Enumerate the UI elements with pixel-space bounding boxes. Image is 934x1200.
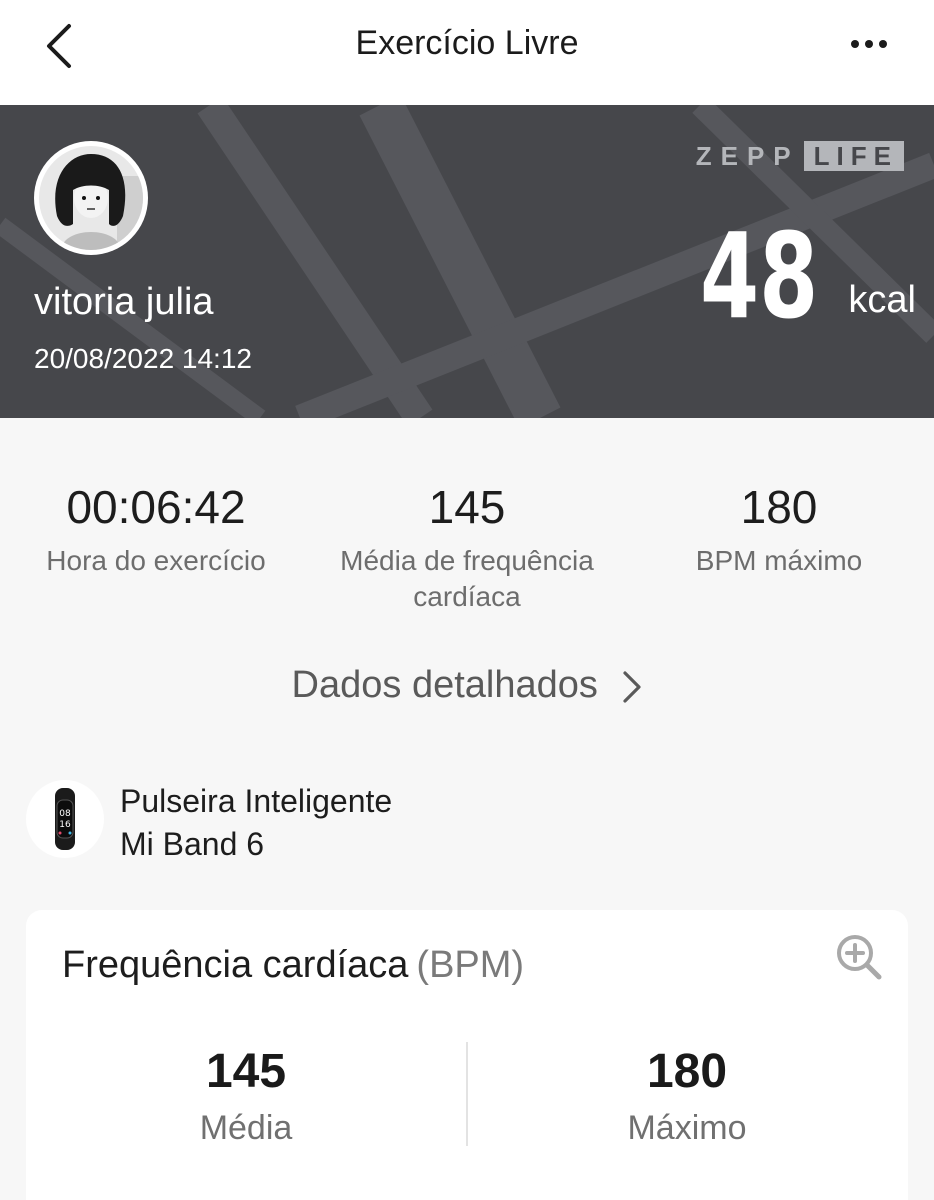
stat-value: 00:06:42 — [66, 481, 246, 533]
heart-rate-maximum: 180 Máximo — [537, 1044, 837, 1148]
card-divider — [466, 1042, 468, 1146]
stat-max-bpm: 180 BPM máximo — [660, 480, 898, 579]
card-title: Frequência cardíaca (BPM) — [62, 944, 524, 987]
calories-value: 48 — [699, 207, 818, 345]
zepp-life-logo: ZEPP LIFE — [696, 139, 904, 173]
calories-unit: kcal — [848, 279, 916, 321]
card-title-unit: (BPM) — [416, 944, 525, 986]
device-name-line1: Pulseira Inteligente — [120, 783, 393, 819]
chevron-right-icon — [623, 671, 642, 703]
heart-rate-card: Frequência cardíaca (BPM) 145 Média 180 M… — [26, 910, 908, 1200]
zoom-in-icon — [837, 935, 882, 980]
more-dot — [879, 40, 887, 48]
avatar-image — [39, 146, 143, 250]
stat-value: 180 — [740, 481, 818, 533]
average-value: 145 — [205, 1045, 287, 1098]
more-dot — [851, 40, 859, 48]
user-name: vitoria julia — [34, 281, 214, 323]
stat-label: BPM máximo — [695, 545, 863, 577]
detailed-data-link[interactable]: Dados detalhados — [0, 664, 934, 707]
band-time-minute: 16 — [59, 820, 71, 830]
average-label: Média — [199, 1109, 293, 1148]
more-dot — [865, 40, 873, 48]
card-title-text: Frequência cardíaca — [62, 944, 409, 986]
zoom-in-button[interactable] — [834, 932, 884, 982]
stat-duration: 00:06:42 Hora do exercício — [20, 480, 292, 579]
band-time-hour: 08 — [59, 809, 71, 819]
maximum-label: Máximo — [627, 1109, 747, 1148]
heart-rate-average: 145 Média — [96, 1044, 396, 1148]
stat-label: Hora do exercício — [46, 545, 266, 577]
avatar[interactable] — [34, 141, 148, 255]
device-name[interactable]: Pulseira Inteligente Mi Band 6 — [120, 780, 392, 866]
stat-value: 145 — [428, 481, 506, 533]
stat-label: Média de frequência cardíaca — [340, 545, 594, 613]
device-name-line2: Mi Band 6 — [120, 826, 265, 862]
more-options-button[interactable] — [834, 22, 904, 66]
workout-summary-banner: vitoria julia 20/08/2022 14:12 ZEPP LIFE… — [0, 105, 934, 418]
brand-zepp: ZEPP — [695, 140, 800, 171]
page-title: Exercício Livre — [355, 24, 579, 62]
brand-life: LIFE — [803, 141, 904, 171]
detailed-data-label: Dados detalhados — [291, 664, 598, 706]
stat-avg-heart-rate: 145 Média de frequência cardíaca — [318, 480, 616, 615]
workout-datetime: 20/08/2022 14:12 — [34, 343, 252, 374]
top-bar: Exercício Livre — [0, 0, 934, 105]
band-icon: 08 16 — [55, 788, 75, 850]
band-device-icon: 08 16 — [26, 780, 104, 858]
maximum-value: 180 — [646, 1045, 728, 1098]
